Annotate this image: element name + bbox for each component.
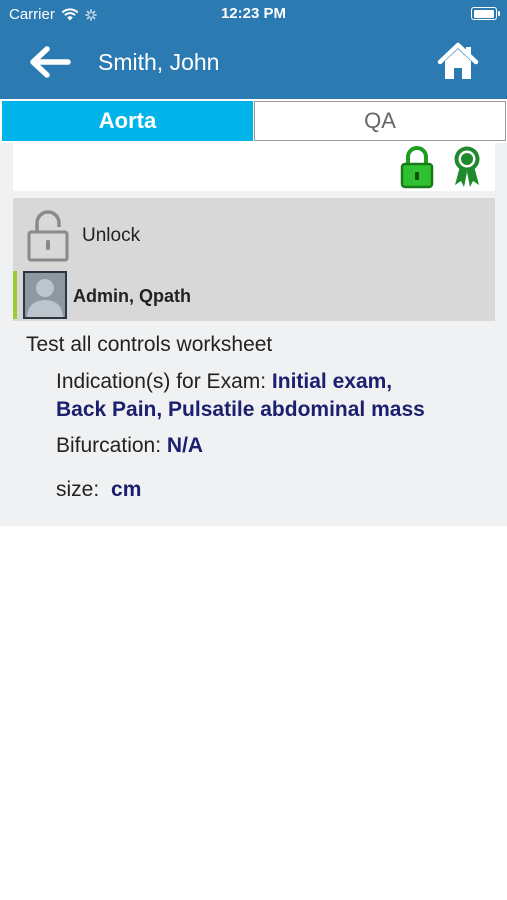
tab-aorta[interactable]: Aorta — [2, 101, 253, 141]
home-icon — [437, 42, 479, 79]
status-icon-row — [13, 143, 495, 191]
worksheet-panel: Unlock Admin, Qpath Test all controls wo… — [0, 143, 507, 526]
award-ribbon-icon[interactable] — [450, 144, 484, 188]
size-label: size: — [56, 478, 100, 501]
unlock-icon[interactable] — [26, 210, 70, 262]
avatar — [23, 271, 67, 319]
battery-level — [473, 9, 494, 18]
indication-label: Indication(s) for Exam: — [56, 370, 267, 393]
indication-field[interactable]: Indication(s) for Exam: Initial exam, Ba… — [56, 368, 425, 424]
unlock-label[interactable]: Unlock — [82, 225, 140, 247]
tab-qa[interactable]: QA — [254, 101, 506, 141]
battery-icon — [471, 7, 500, 20]
status-bar: Carrier 12:23 PM — [0, 0, 507, 30]
home-button[interactable] — [437, 42, 479, 82]
app-header: Carrier 12:23 PM Smith, John — [0, 0, 507, 99]
bifurcation-field[interactable]: Bifurcation: N/A — [56, 432, 203, 460]
locked-icon[interactable] — [400, 145, 434, 189]
worksheet-title: Test all controls worksheet — [26, 333, 273, 356]
indication-value: Initial exam, — [271, 370, 393, 393]
lock-status-card: Unlock Admin, Qpath — [13, 198, 495, 321]
bifurcation-label: Bifurcation: — [56, 434, 162, 457]
user-name: Admin, Qpath — [73, 286, 191, 306]
size-unit: cm — [111, 478, 142, 501]
bifurcation-value: N/A — [166, 434, 204, 457]
tab-bar: Aorta QA — [0, 99, 507, 143]
user-silhouette-icon — [27, 279, 63, 317]
page-title: Smith, John — [98, 49, 220, 75]
status-time: 12:23 PM — [220, 5, 287, 22]
back-button[interactable] — [28, 44, 72, 80]
indication-line-1: Indication(s) for Exam: Initial exam, — [56, 368, 425, 396]
indication-value-continued: Back Pain, Pulsatile abdominal mass — [56, 398, 425, 421]
size-field[interactable]: size: cm — [56, 476, 141, 504]
user-indicator-bar — [13, 271, 17, 319]
arrow-left-icon — [30, 46, 71, 78]
